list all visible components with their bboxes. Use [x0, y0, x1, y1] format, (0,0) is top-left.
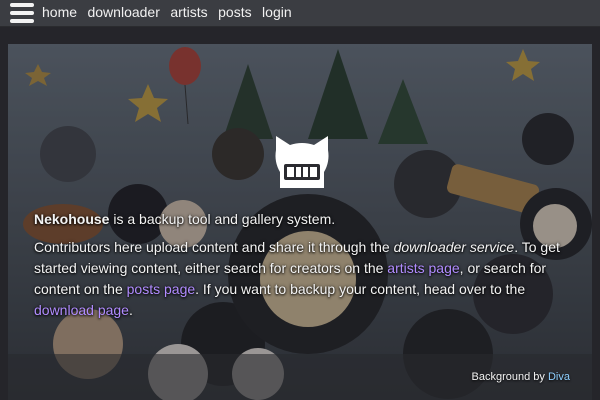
nav-login-link[interactable]: login — [262, 4, 292, 20]
hamburger-menu-icon[interactable] — [10, 3, 34, 23]
header-spacer — [0, 27, 600, 44]
background-credit: Background by Diva — [472, 371, 570, 383]
intro-text-a: Contributors here upload content and sha… — [34, 239, 394, 255]
credit-prefix: Background by — [471, 371, 548, 383]
tagline: is a backup tool and gallery system. — [109, 211, 336, 227]
intro-paragraph-2: Contributors here upload content and sha… — [34, 237, 582, 321]
hero-section: Nekohouse is a backup tool and gallery s… — [8, 44, 592, 400]
artists-page-link[interactable]: artists page — [387, 260, 459, 276]
intro-text: Nekohouse is a backup tool and gallery s… — [34, 209, 582, 328]
intro-text-d: . If you want to backup your content, he… — [195, 281, 526, 297]
credit-author-link[interactable]: Diva — [548, 371, 570, 383]
nav-home-link[interactable]: home — [42, 4, 77, 20]
cat-logo-icon — [275, 136, 329, 188]
nav-posts-link[interactable]: posts — [218, 4, 251, 20]
brand-name: Nekohouse — [34, 211, 110, 227]
nav-artists-link[interactable]: artists — [170, 4, 207, 20]
intro-text-e: . — [128, 302, 133, 318]
nav-links: home downloader artists posts login — [42, 4, 298, 22]
intro-paragraph-1: Nekohouse is a backup tool and gallery s… — [34, 209, 582, 230]
nav-downloader-link[interactable]: downloader — [87, 4, 159, 20]
posts-page-link[interactable]: posts page — [127, 281, 196, 297]
download-page-link[interactable]: download page — [34, 302, 129, 318]
top-nav-bar: home downloader artists posts login — [0, 0, 600, 27]
downloader-service-text: downloader service — [393, 239, 515, 255]
